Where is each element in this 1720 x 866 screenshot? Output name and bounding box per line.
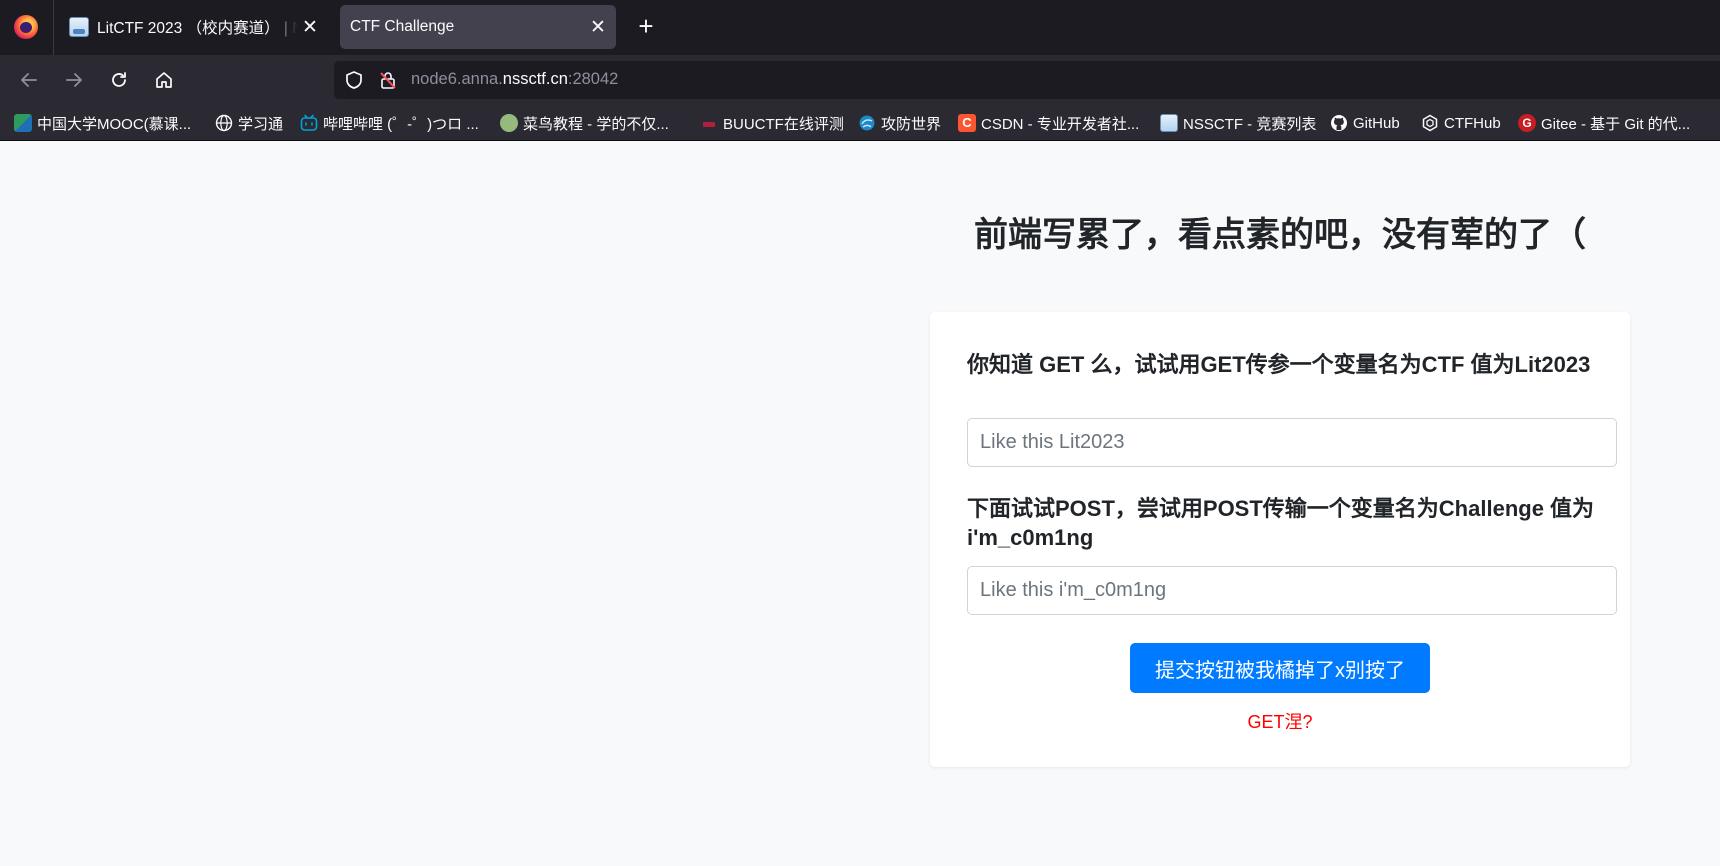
bookmark-label: NSSCTF - 竞赛列表 xyxy=(1183,115,1317,133)
bookmarks-toolbar: 中国大学MOOC(慕课... 学习通 哔哩哔哩 (゜-゜)つロ ... 菜鸟教程… xyxy=(0,105,1720,141)
bookmark-label: CSDN - 专业开发者社... xyxy=(981,115,1140,133)
adworld-icon xyxy=(859,115,875,131)
bookmark-label: 中国大学MOOC(慕课... xyxy=(37,115,192,133)
get-hint-link[interactable]: GET涅? xyxy=(930,708,1630,734)
tab-divider xyxy=(53,0,54,55)
url-text[interactable]: node6.anna.nssctf.cn:28042 xyxy=(411,70,618,89)
globe-icon xyxy=(215,114,233,132)
url-port: :28042 xyxy=(567,70,619,88)
challenge-form-card: 你知道 GET 么，试试用GET传参一个变量名为CTF 值为Lit2023 下面… xyxy=(930,312,1630,767)
tab-bar: LitCTF 2023 （校内赛道） | NSSCTF ✕ CTF Challe… xyxy=(0,0,1720,55)
nssctf-icon xyxy=(1160,114,1178,132)
bookmark-label: 学习通 xyxy=(238,115,284,133)
bookmark-bilibili[interactable]: 哔哩哔哩 (゜-゜)つロ ... xyxy=(300,112,479,134)
bookmark-label: 菜鸟教程 - 学的不仅... xyxy=(523,115,669,133)
bookmark-xuexitong[interactable]: 学习通 xyxy=(215,112,283,134)
post-param-label: 下面试试POST，尝试用POST传输一个变量名为Challenge 值为 i'm… xyxy=(967,496,1595,550)
tab-litctf[interactable]: LitCTF 2023 （校内赛道） | NSSCTF ✕ xyxy=(60,5,328,49)
bookmark-label: 哔哩哔哩 (゜-゜)つロ ... xyxy=(323,115,479,133)
reload-button[interactable] xyxy=(104,65,134,95)
ctfhub-icon xyxy=(1422,114,1438,132)
bookmark-mooc[interactable]: 中国大学MOOC(慕课... xyxy=(14,112,191,134)
reload-icon xyxy=(112,72,126,87)
close-tab-icon[interactable]: ✕ xyxy=(298,15,322,39)
tab-title: CTF Challenge xyxy=(350,18,455,35)
new-tab-button[interactable]: + xyxy=(633,13,659,40)
submit-button[interactable]: 提交按钮被我橘掉了x别按了 xyxy=(1130,643,1430,693)
bookmark-ctfhub[interactable]: CTFHub xyxy=(1421,112,1501,134)
forward-button[interactable] xyxy=(59,65,89,95)
nssctf-icon xyxy=(69,17,89,37)
bookmark-label: GitHub xyxy=(1353,114,1400,132)
bookmark-gitee[interactable]: G Gitee - 基于 Git 的代... xyxy=(1518,112,1690,134)
mooc-icon xyxy=(14,114,32,132)
gitee-icon: G xyxy=(1518,114,1536,132)
bilibili-icon xyxy=(300,114,318,131)
tab-ctf-challenge[interactable]: CTF Challenge ✕ xyxy=(340,5,616,49)
bookmark-label: 攻防世界 xyxy=(881,115,942,133)
github-icon xyxy=(1331,115,1347,131)
csdn-icon: C xyxy=(958,114,976,132)
arrow-right-icon xyxy=(66,73,82,87)
bookmark-buuctf[interactable]: BUUCTF在线评测 xyxy=(700,112,844,134)
url-bar[interactable]: node6.anna.nssctf.cn:28042 xyxy=(334,61,1720,99)
firefox-icon[interactable] xyxy=(14,15,38,39)
buuctf-icon xyxy=(700,114,718,132)
close-tab-icon[interactable]: ✕ xyxy=(586,15,610,39)
runoob-icon xyxy=(500,114,518,132)
back-button[interactable] xyxy=(14,65,44,95)
url-prefix: node6.anna. xyxy=(411,70,503,88)
tab-title: LitCTF 2023 （校内赛道） | NSSCTF xyxy=(97,20,298,37)
home-button[interactable] xyxy=(149,65,179,95)
page-content: 前端写累了，看点素的吧，没有荤的了（ 你知道 GET 么，试试用GET传参一个变… xyxy=(0,141,1720,866)
page-title: 前端写累了，看点素的吧，没有荤的了（ xyxy=(974,216,1586,254)
get-param-input[interactable] xyxy=(967,418,1617,467)
bookmark-csdn[interactable]: C CSDN - 专业开发者社... xyxy=(958,112,1139,134)
bookmark-label: Gitee - 基于 Git 的代... xyxy=(1541,115,1691,133)
bookmark-runoob[interactable]: 菜鸟教程 - 学的不仅... xyxy=(500,112,669,134)
arrow-left-icon xyxy=(21,73,37,87)
insecure-lock-icon[interactable] xyxy=(378,70,398,90)
shield-icon[interactable] xyxy=(344,70,364,90)
home-icon xyxy=(156,72,172,88)
url-host: nssctf.cn xyxy=(502,70,568,88)
get-param-label: 你知道 GET 么，试试用GET传参一个变量名为CTF 值为Lit2023 xyxy=(967,352,1591,377)
bookmark-nssctf[interactable]: NSSCTF - 竞赛列表 xyxy=(1160,112,1316,134)
bookmark-label: CTFHub xyxy=(1444,114,1501,132)
post-param-input[interactable] xyxy=(967,566,1617,615)
bookmark-adworld[interactable]: 攻防世界 xyxy=(858,112,941,134)
bookmark-label: BUUCTF在线评测 xyxy=(723,115,844,133)
bookmark-github[interactable]: GitHub xyxy=(1330,112,1400,134)
navigation-bar: node6.anna.nssctf.cn:28042 xyxy=(0,55,1720,105)
